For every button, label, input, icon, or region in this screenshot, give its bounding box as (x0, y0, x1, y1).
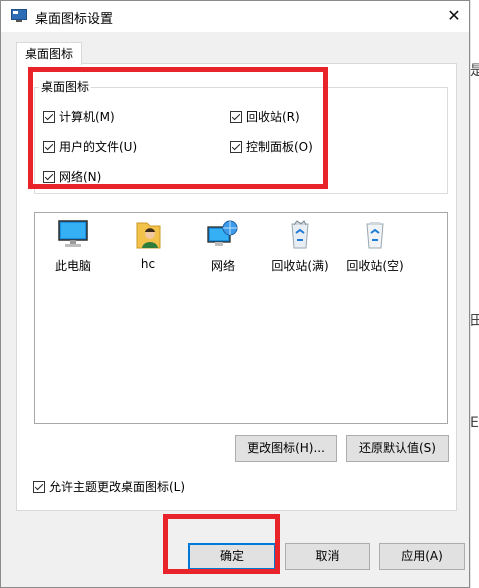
recycle-bin-full-icon (291, 220, 309, 249)
user-folder-icon (136, 222, 161, 249)
checkbox-label: 回收站(R) (246, 110, 300, 124)
groupbox-title: 桌面图标 (39, 78, 92, 95)
icon-label: 网络 (210, 259, 235, 273)
checkbox-label: 用户的文件(U) (59, 140, 138, 154)
cancel-button[interactable]: 取消 (285, 543, 370, 570)
icon-label: 回收站(空) (346, 259, 404, 273)
checkbox-checked-icon[interactable] (230, 140, 242, 153)
checkbox-user-files[interactable]: 用户的文件(U) (43, 138, 137, 155)
close-icon[interactable]: ✕ (441, 4, 467, 28)
icon-label: 此电脑 (54, 259, 91, 273)
checkbox-checked-icon[interactable] (33, 480, 45, 493)
checkbox-control-panel[interactable]: 控制面板(O) (230, 138, 313, 155)
checkbox-allow-themes[interactable]: 允许主题更改桌面图标(L) (33, 478, 185, 495)
list-item-recycle-bin-full[interactable]: 回收站(满) (265, 219, 335, 274)
change-icon-button[interactable]: 更改图标(H)... (235, 435, 337, 462)
checkbox-label: 网络(N) (59, 170, 102, 184)
background-text: 田 (470, 313, 479, 329)
checkbox-network[interactable]: 网络(N) (43, 168, 101, 185)
list-item-this-pc[interactable]: 此电脑 (43, 219, 103, 274)
list-item-network[interactable]: 网络 (193, 219, 253, 274)
background-text: E (470, 415, 479, 431)
tab-desktop-icons[interactable]: 桌面图标 (16, 42, 82, 65)
window-title: 桌面图标设置 (35, 12, 114, 27)
desktop-settings-icon (11, 9, 27, 22)
checkbox-checked-icon[interactable] (43, 170, 55, 183)
checkbox-recycle-bin[interactable]: 回收站(R) (230, 108, 300, 125)
checkbox-computer[interactable]: 计算机(M) (43, 108, 115, 125)
list-item-user-files[interactable]: hc (118, 219, 178, 271)
checkbox-checked-icon[interactable] (43, 110, 55, 123)
recycle-bin-empty-icon (366, 222, 384, 249)
computer-icon (58, 220, 88, 247)
ok-button[interactable]: 确定 (188, 543, 276, 570)
icon-label: hc (140, 257, 156, 271)
checkbox-checked-icon[interactable] (230, 110, 242, 123)
background-text: 是 (470, 63, 479, 79)
list-item-recycle-bin-empty[interactable]: 回收站(空) (340, 219, 410, 274)
desktop-icon-settings-dialog: 桌面图标设置 ✕ 桌面图标 桌面图标 计算机(M) 回收站(R) 用户的文件(U… (0, 0, 470, 588)
icon-list[interactable]: 此电脑 hc 网络 回收站(满) 回收站(空) (34, 212, 448, 424)
background-window-edge: 是 田 E (470, 0, 479, 588)
restore-default-button[interactable]: 还原默认值(S) (346, 435, 449, 462)
icon-label: 回收站(满) (271, 259, 329, 273)
apply-button[interactable]: 应用(A) (379, 543, 465, 570)
network-icon (207, 220, 238, 246)
checkbox-label: 计算机(M) (59, 110, 115, 124)
checkbox-label: 控制面板(O) (246, 140, 313, 154)
title-bar[interactable]: 桌面图标设置 ✕ (1, 1, 469, 32)
checkbox-label: 允许主题更改桌面图标(L) (49, 480, 186, 494)
checkbox-checked-icon[interactable] (43, 140, 55, 153)
